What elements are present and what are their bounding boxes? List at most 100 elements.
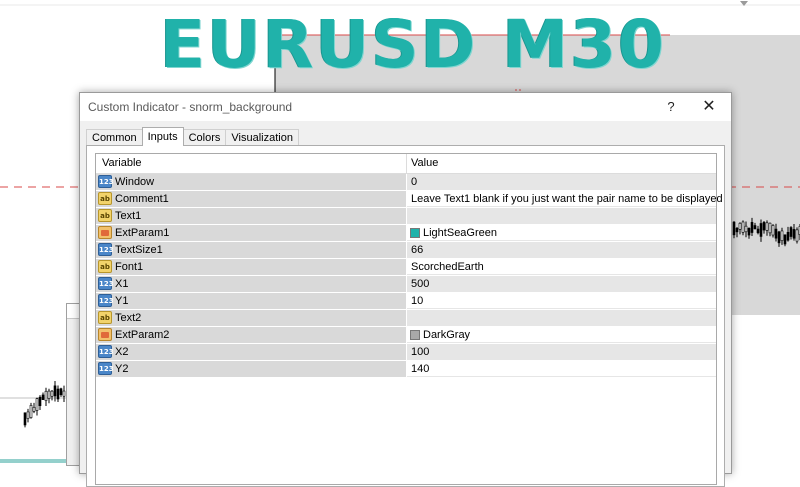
variable-name: TextSize1 <box>115 244 163 256</box>
tab-common[interactable]: Common <box>86 129 143 146</box>
candle-body <box>50 390 54 397</box>
table-row[interactable]: 123 X1 500 <box>96 276 716 293</box>
variable-cell: ExtParam2 <box>96 327 406 343</box>
value-cell[interactable]: ScorchedEarth <box>407 259 716 275</box>
candle-body <box>38 396 42 407</box>
table-body: 123 Window 0 ab Comment1 Leave Text1 blank if… <box>96 174 723 378</box>
variable-cell: 123 TextSize1 <box>96 242 406 258</box>
value-text: 0 <box>411 176 418 188</box>
variable-cell: 123 Window <box>96 174 406 190</box>
candle-body <box>753 225 757 230</box>
candle-body <box>792 229 796 239</box>
value-text: LightSeaGreen <box>423 227 497 239</box>
table-row[interactable]: ExtParam1 LightSeaGreen <box>96 225 716 242</box>
column-divider[interactable] <box>406 154 407 173</box>
candle-body <box>780 230 784 241</box>
variable-name: Text2 <box>115 312 142 324</box>
tab-colors[interactable]: Colors <box>182 129 227 146</box>
integer-type-icon: 123 <box>98 175 114 188</box>
table-row[interactable]: 123 Y1 10 <box>96 293 716 310</box>
candle-body <box>741 221 745 233</box>
value-cell[interactable]: 500 <box>407 276 716 292</box>
candle-body <box>47 390 51 399</box>
dialog-title: Custom Indicator - snorm_background <box>88 100 293 114</box>
candle-body <box>732 221 736 236</box>
variable-name: Window <box>115 176 155 188</box>
integer-type-icon: 123 <box>98 243 114 256</box>
table-row[interactable]: ab Text2 <box>96 310 716 327</box>
integer-type-icon: 123 <box>98 362 114 375</box>
variable-name: Y2 <box>115 363 129 375</box>
value-cell[interactable] <box>407 310 716 326</box>
variable-cell: ab Text2 <box>96 310 406 326</box>
candle-body <box>35 398 39 411</box>
candle-body <box>735 227 739 233</box>
value-cell[interactable]: LightSeaGreen <box>407 225 716 241</box>
value-cell[interactable]: 10 <box>407 293 716 309</box>
value-cell[interactable]: Leave Text1 blank if you just want the p… <box>407 191 723 207</box>
value-cell[interactable]: 140 <box>407 361 716 377</box>
candle-body <box>774 228 778 239</box>
variable-name: Font1 <box>115 261 144 273</box>
table-row[interactable]: ab Text1 <box>96 208 716 225</box>
integer-type-icon: 123 <box>98 294 114 307</box>
candle-body <box>771 225 775 236</box>
help-button[interactable]: ? <box>653 93 689 121</box>
column-header-variable[interactable]: Variable <box>102 157 142 169</box>
candle-body <box>44 390 48 401</box>
string-type-icon: ab <box>98 311 112 324</box>
column-header-value[interactable]: Value <box>411 157 438 169</box>
table-row[interactable]: 123 Y2 140 <box>96 361 716 378</box>
candle-body <box>783 234 787 245</box>
tab-bar: Common Inputs Colors Visualization <box>86 127 299 146</box>
color-swatch[interactable] <box>410 228 420 238</box>
value-cell[interactable]: 66 <box>407 242 716 258</box>
integer-type-icon: 123 <box>98 277 114 290</box>
table-row[interactable]: ab Font1 ScorchedEarth <box>96 259 716 276</box>
variable-cell: ab Text1 <box>96 208 406 224</box>
variable-name: X1 <box>115 278 129 290</box>
value-cell[interactable]: 0 <box>407 174 716 190</box>
variable-name: X2 <box>115 346 129 358</box>
table-header: Variable Value <box>96 154 716 174</box>
value-cell[interactable]: 100 <box>407 344 716 360</box>
color-type-icon <box>98 226 112 239</box>
candle-body <box>53 385 57 397</box>
candle-body <box>768 222 772 234</box>
variable-cell: 123 X1 <box>96 276 406 292</box>
overlay-title-text: EURUSD M30 <box>160 6 666 83</box>
candle-body <box>747 227 751 236</box>
table-row[interactable]: ExtParam2 DarkGray <box>96 327 716 344</box>
value-cell[interactable] <box>407 208 716 224</box>
variable-cell: 123 Y1 <box>96 293 406 309</box>
table-row[interactable]: 123 X2 100 <box>96 344 716 361</box>
candle-body <box>759 223 763 237</box>
table-row[interactable]: 123 Window 0 <box>96 174 716 191</box>
tab-inputs[interactable]: Inputs <box>141 127 184 146</box>
candle-body <box>750 222 754 233</box>
inputs-table: Variable Value 123 Window 0 ab Comment1 Leave… <box>95 153 723 485</box>
close-button[interactable]: ✕ <box>691 93 727 121</box>
candle-body <box>56 388 60 400</box>
tab-visualization[interactable]: Visualization <box>225 129 299 146</box>
table-row[interactable]: ab Comment1 Leave Text1 blank if you just … <box>96 191 723 208</box>
inputs-panel: Variable Value 123 Window 0 ab Comment1 Leave… <box>86 145 725 487</box>
variable-cell: 123 Y2 <box>96 361 406 377</box>
candle-body <box>789 227 793 237</box>
candles-left <box>23 380 66 428</box>
value-text: 100 <box>411 346 430 358</box>
value-cell[interactable]: DarkGray <box>407 327 716 343</box>
candle-body <box>26 411 30 419</box>
candle-body <box>756 228 760 234</box>
color-swatch[interactable] <box>410 330 420 340</box>
candle-body <box>23 412 27 426</box>
value-text: 10 <box>411 295 424 307</box>
integer-type-icon: 123 <box>98 345 114 358</box>
dialog-titlebar[interactable]: Custom Indicator - snorm_background ? ✕ <box>80 93 731 121</box>
candle-body <box>29 405 33 418</box>
candle-body <box>738 222 742 230</box>
candle-body <box>777 231 781 244</box>
string-type-icon: ab <box>98 192 112 205</box>
table-row[interactable]: 123 TextSize1 66 <box>96 242 716 259</box>
candle-body <box>59 388 63 396</box>
